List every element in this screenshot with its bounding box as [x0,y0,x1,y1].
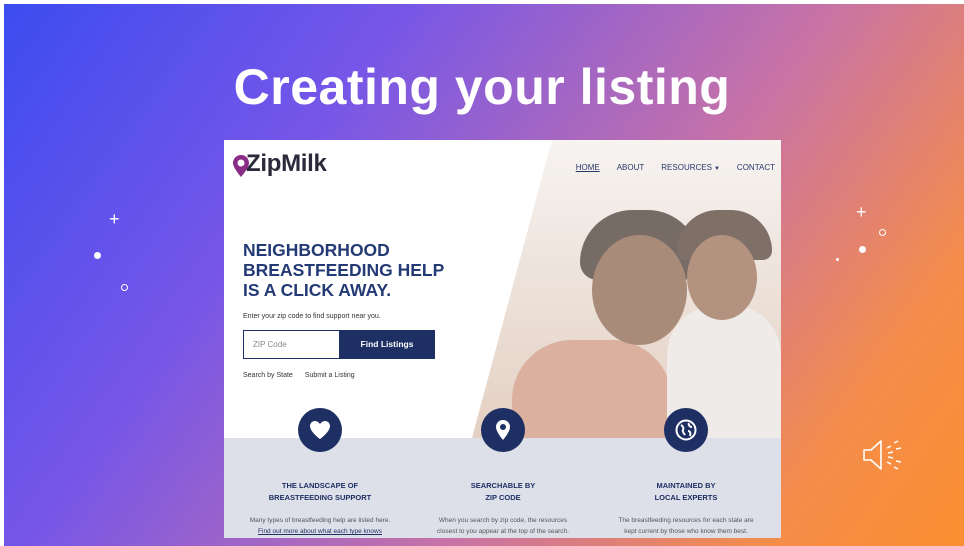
site-nav: HOME ABOUT RESOURCES ▼ CONTACT [576,163,775,172]
feature-desc-line: Many types of breastfeeding help are lis… [249,517,391,524]
nav-about[interactable]: ABOUT [617,163,645,172]
sparkle-plus-icon: + [856,202,867,222]
feature-title: MAINTAINED BY LOCAL EXPERTS [611,480,761,504]
feature-landscape [298,408,342,452]
feature-title: SEARCHABLE BY ZIP CODE [428,480,578,504]
feature-title-line: LOCAL EXPERTS [654,493,718,502]
feature-description: The breastfeeding resources for each sta… [606,515,766,537]
feature-title-line: ZIP CODE [485,493,521,502]
logo-text: ZipMilk [246,150,327,177]
nav-contact[interactable]: CONTACT [737,163,775,172]
location-pin-icon [496,420,510,440]
submit-listing-link[interactable]: Submit a Listing [305,372,355,379]
hero-heading-line: BREASTFEEDING HELP [243,260,445,280]
feature-title-line: SEARCHABLE BY [470,481,536,490]
feature-desc-line: closest to you appear at the top of the … [437,528,569,535]
slide-title: Creating your listing [233,59,731,115]
find-listings-button[interactable]: Find Listings [339,330,435,359]
feature-searchable [481,408,525,452]
feature-desc-line: When you search by zip code, the resourc… [438,517,568,524]
globe-icon [675,419,697,441]
hero-heading: NEIGHBORHOOD BREASTFEEDING HELP IS A CLI… [243,240,473,300]
search-by-state-link[interactable]: Search by State [243,372,293,379]
feature-title-line: MAINTAINED BY [656,481,716,490]
sparkle-ring-icon [879,229,886,236]
feature-maintained [664,408,708,452]
hero-subtitle: Enter your zip code to find support near… [243,313,381,320]
sparkle-dot-icon [836,258,839,261]
feature-desc-line: The breastfeeding resources for each sta… [618,517,754,524]
feature-description: When you search by zip code, the resourc… [423,515,583,537]
feature-desc-line: kept current by those who know them best… [624,528,748,535]
feature-title-line: THE LANDSCAPE OF [281,481,359,490]
site-logo[interactable]: ZipMilk [232,150,327,178]
speaker-icon[interactable] [861,437,911,473]
hero-links: Search by State Submit a Listing [243,372,355,379]
nav-resources[interactable]: RESOURCES ▼ [661,163,720,172]
hero-photo [472,140,781,438]
feature-description: Many types of breastfeeding help are lis… [240,515,400,537]
zip-code-input[interactable]: ZIP Code [243,330,340,359]
hero-heading-line: IS A CLICK AWAY. [243,280,392,300]
sparkle-dot-icon [859,246,866,253]
slide-border-top [0,0,964,4]
feature-more-link[interactable]: Find out more about what each type knows [258,528,382,535]
heart-icon [310,421,330,439]
feature-title: THE LANDSCAPE OF BREASTFEEDING SUPPORT [245,480,395,504]
sparkle-ring-icon [121,284,128,291]
feature-title-line: BREASTFEEDING SUPPORT [268,493,372,502]
chevron-down-icon: ▼ [713,166,720,172]
sparkle-plus-icon: + [109,209,120,229]
nav-home[interactable]: HOME [576,163,600,172]
location-pin-icon [233,155,249,177]
sparkle-dot-icon [94,252,101,259]
hero-heading-line: NEIGHBORHOOD [243,240,390,260]
website-screenshot: ZipMilk HOME ABOUT RESOURCES ▼ CONTACT NE… [224,140,781,538]
